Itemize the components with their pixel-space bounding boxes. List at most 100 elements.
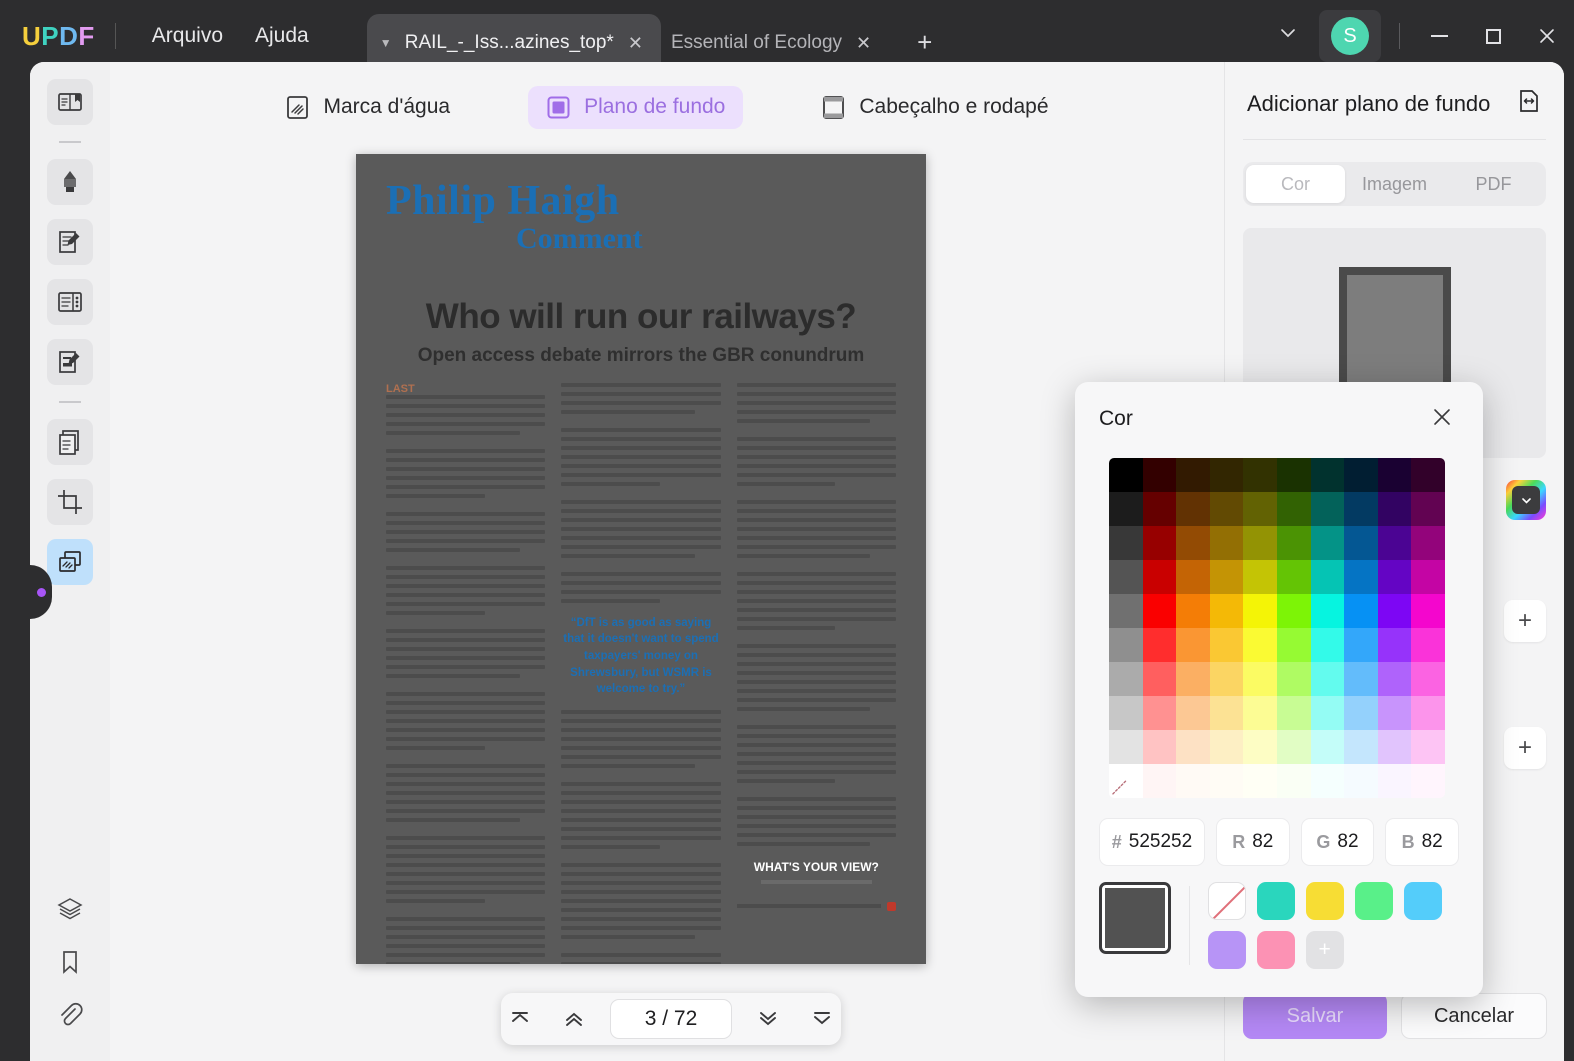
color-cell[interactable] xyxy=(1176,458,1210,492)
sidebar-item-bookmark[interactable] xyxy=(47,939,93,985)
color-cell[interactable] xyxy=(1276,560,1311,594)
color-cell[interactable] xyxy=(1411,492,1445,526)
color-cell[interactable] xyxy=(1209,458,1244,492)
color-cell[interactable] xyxy=(1276,594,1311,628)
color-cell[interactable] xyxy=(1411,594,1445,628)
color-cell[interactable] xyxy=(1243,662,1277,696)
color-cell[interactable] xyxy=(1344,662,1378,696)
color-cell[interactable] xyxy=(1310,764,1345,798)
updf-logo[interactable]: UPDF xyxy=(22,21,95,52)
color-cell[interactable] xyxy=(1109,696,1143,730)
menu-ajuda[interactable]: Ajuda xyxy=(239,18,325,54)
color-cell[interactable] xyxy=(1209,764,1244,798)
color-cell[interactable] xyxy=(1243,764,1277,798)
swatch-yellow[interactable] xyxy=(1305,882,1344,920)
color-cell[interactable] xyxy=(1310,594,1345,628)
close-icon[interactable]: ✕ xyxy=(852,33,875,54)
next-page-button[interactable] xyxy=(748,1000,786,1038)
color-cell[interactable] xyxy=(1209,696,1244,730)
color-cell[interactable] xyxy=(1243,730,1277,764)
color-cell[interactable] xyxy=(1310,492,1345,526)
tab-cabecalho-rodape[interactable]: Cabeçalho e rodapé xyxy=(803,86,1066,129)
color-cell[interactable] xyxy=(1176,560,1210,594)
add-option-button-1[interactable]: + xyxy=(1504,600,1546,642)
color-cell[interactable] xyxy=(1411,458,1445,492)
color-cell[interactable] xyxy=(1310,628,1345,662)
pdf-page[interactable]: Philip Haigh Comment Who will run our ra… xyxy=(356,154,926,964)
color-cell[interactable] xyxy=(1176,764,1210,798)
color-cell[interactable] xyxy=(1109,764,1143,798)
color-cell[interactable] xyxy=(1109,492,1143,526)
color-cell[interactable] xyxy=(1411,560,1445,594)
document-viewport[interactable]: Philip Haigh Comment Who will run our ra… xyxy=(110,142,1224,1061)
close-icon[interactable] xyxy=(1425,404,1459,434)
sidebar-item-highlighter[interactable] xyxy=(47,159,93,205)
save-button[interactable]: Salvar xyxy=(1243,993,1387,1039)
color-cell[interactable] xyxy=(1344,492,1378,526)
color-cell[interactable] xyxy=(1142,764,1177,798)
color-cell[interactable] xyxy=(1176,628,1210,662)
color-cell[interactable] xyxy=(1344,696,1378,730)
color-cell[interactable] xyxy=(1209,492,1244,526)
color-cell[interactable] xyxy=(1142,560,1177,594)
color-cell[interactable] xyxy=(1310,662,1345,696)
first-page-button[interactable] xyxy=(501,1000,539,1038)
color-cell[interactable] xyxy=(1243,628,1277,662)
color-cell[interactable] xyxy=(1411,628,1445,662)
sidebar-item-page-tools[interactable] xyxy=(47,419,93,465)
color-cell[interactable] xyxy=(1209,628,1244,662)
swatch-teal[interactable] xyxy=(1256,882,1295,920)
sidebar-item-attachment[interactable] xyxy=(47,992,93,1038)
sidebar-item-background-watermark[interactable] xyxy=(47,539,93,585)
color-cell[interactable] xyxy=(1109,560,1143,594)
color-cell[interactable] xyxy=(1243,458,1277,492)
color-cell[interactable] xyxy=(1377,492,1412,526)
color-cell[interactable] xyxy=(1142,730,1177,764)
color-cell[interactable] xyxy=(1109,526,1143,560)
color-cell[interactable] xyxy=(1243,560,1277,594)
color-cell[interactable] xyxy=(1377,764,1412,798)
color-cell[interactable] xyxy=(1344,560,1378,594)
tab-plano-de-fundo[interactable]: Plano de fundo xyxy=(528,85,744,129)
color-cell[interactable] xyxy=(1377,662,1412,696)
color-cell[interactable] xyxy=(1109,628,1143,662)
color-cell[interactable] xyxy=(1176,492,1210,526)
color-cell[interactable] xyxy=(1209,560,1244,594)
color-cell[interactable] xyxy=(1142,696,1177,730)
color-cell[interactable] xyxy=(1377,730,1412,764)
color-cell[interactable] xyxy=(1276,458,1311,492)
color-cell[interactable] xyxy=(1276,764,1311,798)
color-cell[interactable] xyxy=(1310,730,1345,764)
color-cell[interactable] xyxy=(1142,628,1177,662)
tab-imagem[interactable]: Imagem xyxy=(1345,165,1444,203)
swatch-lavender[interactable] xyxy=(1207,931,1246,969)
close-icon[interactable]: ✕ xyxy=(624,33,647,54)
color-cell[interactable] xyxy=(1142,492,1177,526)
color-cell[interactable] xyxy=(1243,696,1277,730)
color-cell[interactable] xyxy=(1209,594,1244,628)
swatch-green[interactable] xyxy=(1354,882,1393,920)
chevron-down-icon[interactable]: ▼ xyxy=(377,36,395,50)
color-cell[interactable] xyxy=(1176,730,1210,764)
blue-input[interactable]: B 82 xyxy=(1385,818,1459,866)
color-cell[interactable] xyxy=(1344,730,1378,764)
color-cell[interactable] xyxy=(1411,696,1445,730)
color-cell[interactable] xyxy=(1142,662,1177,696)
page-number-input[interactable]: 3 / 72 xyxy=(609,999,733,1039)
swatch-pink[interactable] xyxy=(1256,931,1295,969)
sidebar-item-form[interactable] xyxy=(47,339,93,385)
color-cell[interactable] xyxy=(1377,696,1412,730)
color-cell[interactable] xyxy=(1109,730,1143,764)
color-cell[interactable] xyxy=(1142,458,1177,492)
swatch-no-color[interactable] xyxy=(1207,882,1246,920)
sidebar-item-organize-pages[interactable] xyxy=(47,279,93,325)
tab-pdf[interactable]: PDF xyxy=(1444,165,1543,203)
color-cell[interactable] xyxy=(1411,662,1445,696)
color-cell[interactable] xyxy=(1176,594,1210,628)
color-cell[interactable] xyxy=(1276,730,1311,764)
color-cell[interactable] xyxy=(1344,526,1378,560)
color-cell[interactable] xyxy=(1377,458,1412,492)
color-cell[interactable] xyxy=(1276,662,1311,696)
color-swatch-grid[interactable] xyxy=(1109,458,1445,798)
color-cell[interactable] xyxy=(1243,526,1277,560)
